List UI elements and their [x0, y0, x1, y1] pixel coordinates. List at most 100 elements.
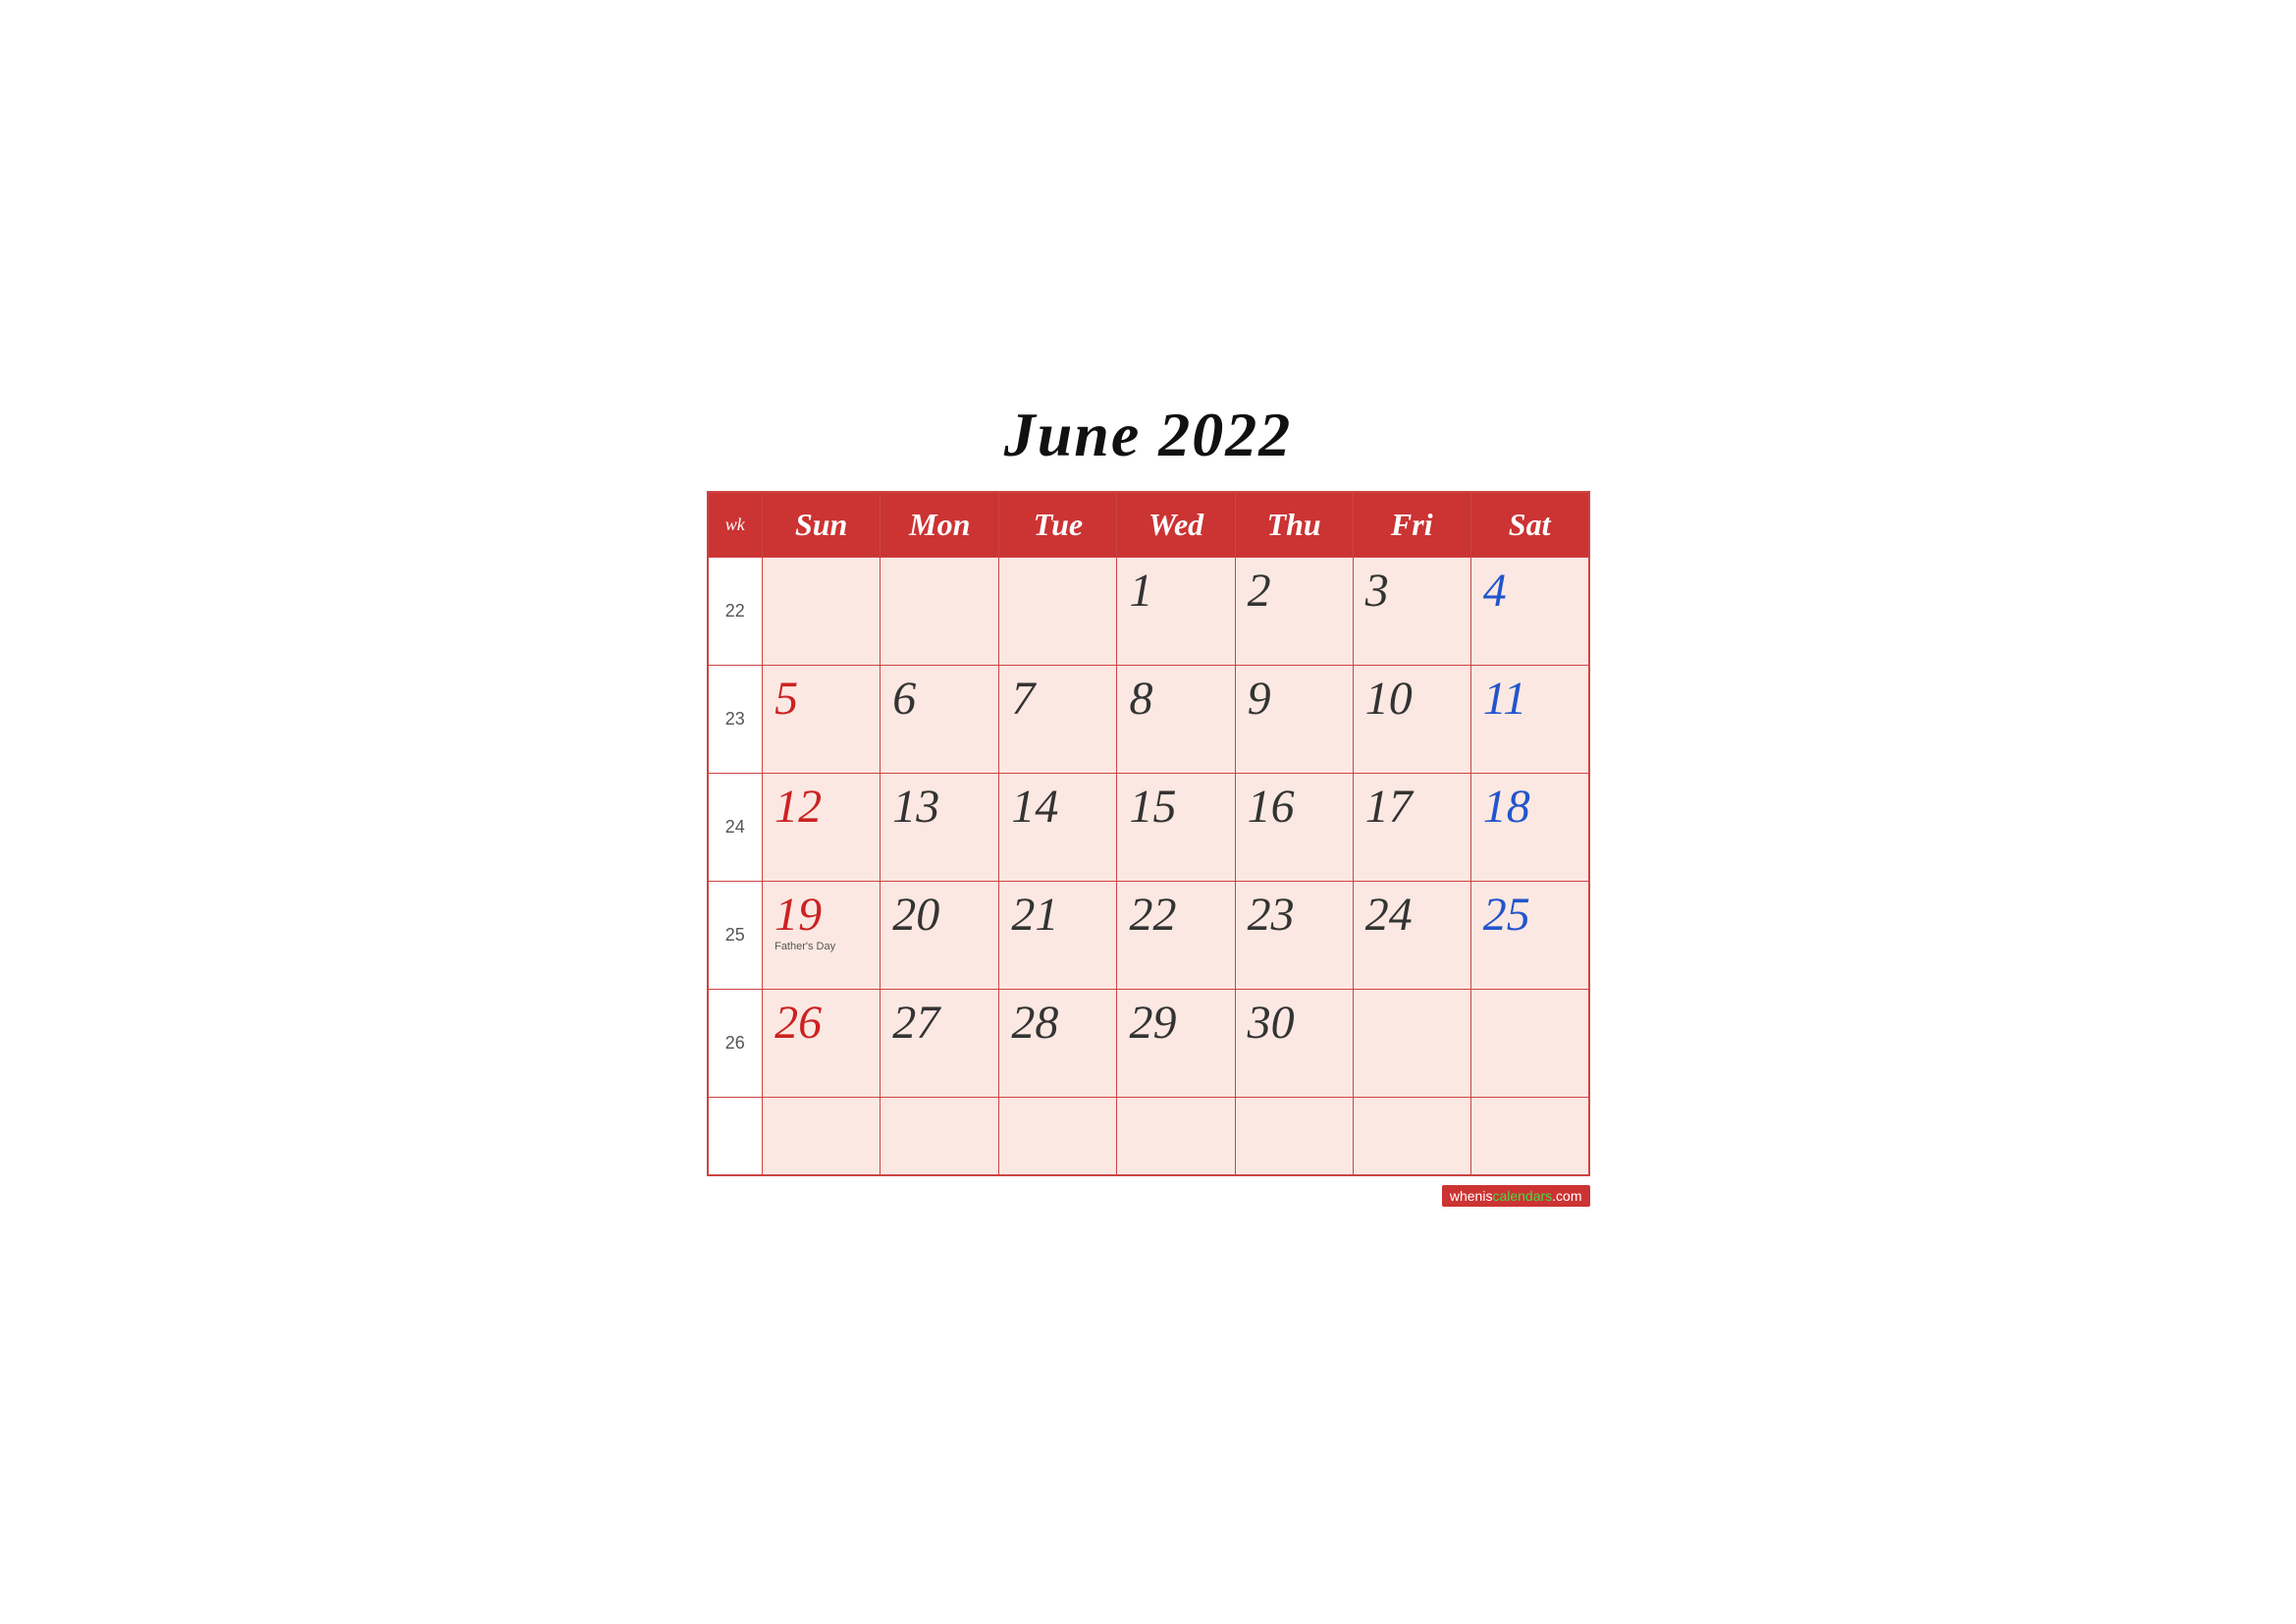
day-cell: 21	[999, 881, 1117, 989]
day-number: 11	[1483, 676, 1576, 723]
day-cell: 20	[881, 881, 999, 989]
day-cell: 16	[1235, 773, 1353, 881]
watermark-text2: calendars	[1492, 1188, 1552, 1204]
day-cell: 5	[763, 665, 881, 773]
day-number: 25	[1483, 892, 1576, 939]
day-cell	[881, 1097, 999, 1175]
day-number: 26	[774, 1000, 868, 1047]
day-number: 18	[1483, 784, 1576, 831]
day-cell	[999, 1097, 1117, 1175]
day-number: 8	[1129, 676, 1222, 723]
day-number: 15	[1129, 784, 1222, 831]
day-cell	[1470, 1097, 1588, 1175]
day-cell: 26	[763, 989, 881, 1097]
day-cell: 8	[1117, 665, 1235, 773]
header-sun: Sun	[763, 492, 881, 558]
day-number: 19	[774, 892, 868, 939]
day-number: 28	[1011, 1000, 1104, 1047]
day-cell: 7	[999, 665, 1117, 773]
day-cell: 9	[1235, 665, 1353, 773]
day-number: 30	[1248, 1000, 1341, 1047]
week-number: 26	[708, 989, 763, 1097]
day-cell: 19 Father's Day	[763, 881, 881, 989]
header-row: wk Sun Mon Tue Wed Thu Fri Sat	[708, 492, 1589, 558]
week-row: 2626 27 28 29 30	[708, 989, 1589, 1097]
day-number: 5	[774, 676, 868, 723]
day-number: 16	[1248, 784, 1341, 831]
day-cell	[1470, 989, 1588, 1097]
day-number: 10	[1365, 676, 1459, 723]
day-number: 2	[1248, 568, 1341, 615]
week-number: 24	[708, 773, 763, 881]
day-cell	[1235, 1097, 1353, 1175]
week-number: 22	[708, 557, 763, 665]
day-number: 24	[1365, 892, 1459, 939]
day-event: Father's Day	[774, 941, 868, 952]
day-cell: 22	[1117, 881, 1235, 989]
week-row	[708, 1097, 1589, 1175]
header-tue: Tue	[999, 492, 1117, 558]
calendar-container: June 2022 wk Sun Mon Tue Wed Thu Fri Sat…	[677, 379, 1620, 1246]
day-number: 7	[1011, 676, 1104, 723]
header-thu: Thu	[1235, 492, 1353, 558]
day-number: 20	[892, 892, 987, 939]
day-cell	[999, 557, 1117, 665]
watermark-text3: .com	[1552, 1188, 1581, 1204]
day-cell: 10	[1353, 665, 1470, 773]
day-cell	[1353, 989, 1470, 1097]
day-cell: 25	[1470, 881, 1588, 989]
day-number: 1	[1129, 568, 1222, 615]
day-cell: 28	[999, 989, 1117, 1097]
day-number: 3	[1365, 568, 1459, 615]
watermark-text1: whenis	[1450, 1188, 1493, 1204]
week-number	[708, 1097, 763, 1175]
day-cell	[1117, 1097, 1235, 1175]
day-cell: 15	[1117, 773, 1235, 881]
day-number: 27	[892, 1000, 987, 1047]
day-cell: 30	[1235, 989, 1353, 1097]
day-cell	[1353, 1097, 1470, 1175]
header-mon: Mon	[881, 492, 999, 558]
day-number: 14	[1011, 784, 1104, 831]
day-cell: 14	[999, 773, 1117, 881]
day-number: 6	[892, 676, 987, 723]
day-cell	[763, 557, 881, 665]
header-fri: Fri	[1353, 492, 1470, 558]
day-cell: 11	[1470, 665, 1588, 773]
day-cell: 2	[1235, 557, 1353, 665]
week-row: 2412 13 14 15 16 17 18	[708, 773, 1589, 881]
header-wed: Wed	[1117, 492, 1235, 558]
week-row: 22 1234	[708, 557, 1589, 665]
day-number: 9	[1248, 676, 1341, 723]
watermark-link[interactable]: wheniscalendars.com	[1442, 1185, 1590, 1207]
day-cell	[763, 1097, 881, 1175]
day-cell: 12	[763, 773, 881, 881]
day-number: 23	[1248, 892, 1341, 939]
watermark: wheniscalendars.com	[707, 1188, 1590, 1206]
wk-header: wk	[708, 492, 763, 558]
week-row: 2519Father's Day202122232425	[708, 881, 1589, 989]
day-cell: 3	[1353, 557, 1470, 665]
day-number: 29	[1129, 1000, 1222, 1047]
day-number: 22	[1129, 892, 1222, 939]
day-cell: 4	[1470, 557, 1588, 665]
day-cell: 27	[881, 989, 999, 1097]
day-cell: 6	[881, 665, 999, 773]
day-cell: 29	[1117, 989, 1235, 1097]
week-number: 25	[708, 881, 763, 989]
day-cell: 1	[1117, 557, 1235, 665]
day-number: 17	[1365, 784, 1459, 831]
day-number: 21	[1011, 892, 1104, 939]
calendar-title: June 2022	[707, 399, 1590, 471]
day-cell: 23	[1235, 881, 1353, 989]
day-number: 12	[774, 784, 868, 831]
week-row: 2356789 10 11	[708, 665, 1589, 773]
week-number: 23	[708, 665, 763, 773]
day-cell: 24	[1353, 881, 1470, 989]
day-cell: 17	[1353, 773, 1470, 881]
day-cell: 13	[881, 773, 999, 881]
day-cell: 18	[1470, 773, 1588, 881]
header-sat: Sat	[1470, 492, 1588, 558]
day-number: 4	[1483, 568, 1576, 615]
day-number: 13	[892, 784, 987, 831]
